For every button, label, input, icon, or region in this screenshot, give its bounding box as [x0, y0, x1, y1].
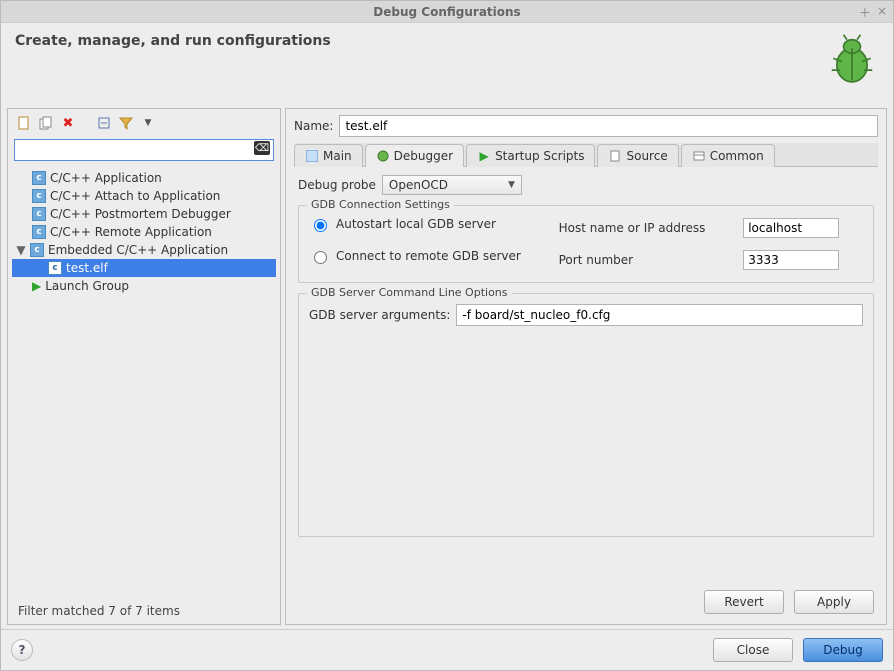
c-file-icon: c — [32, 225, 46, 239]
tree-item-label: Embedded C/C++ Application — [48, 243, 228, 257]
c-file-icon: c — [30, 243, 44, 257]
bottom-bar: ? Close Debug — [1, 629, 893, 670]
tree-item-c-postmortem[interactable]: c C/C++ Postmortem Debugger — [12, 205, 276, 223]
c-file-icon: c — [32, 207, 46, 221]
tab-label: Common — [710, 149, 764, 163]
gdb-server-options-fieldset: GDB Server Command Line Options GDB serv… — [298, 293, 874, 537]
radio-autostart-input[interactable] — [314, 219, 327, 232]
host-input[interactable] — [743, 218, 839, 238]
close-icon[interactable]: × — [877, 4, 887, 21]
tab-label: Source — [626, 149, 667, 163]
main-area: ✖ ▼ ⌫ c C/C++ Application c C/C++ Attach t… — [1, 108, 893, 629]
duplicate-config-icon[interactable] — [38, 115, 54, 131]
revert-button[interactable]: Revert — [704, 590, 784, 614]
tree-item-test-elf[interactable]: c test.elf — [12, 259, 276, 277]
startup-tab-icon: ▶ — [477, 149, 491, 163]
debug-button[interactable]: Debug — [803, 638, 883, 662]
tab-label: Debugger — [394, 149, 453, 163]
tree-item-label: Launch Group — [45, 279, 129, 293]
radio-remote-input[interactable] — [314, 251, 327, 264]
left-toolbar: ✖ ▼ — [8, 109, 280, 137]
left-panel: ✖ ▼ ⌫ c C/C++ Application c C/C++ Attach t… — [7, 108, 281, 625]
bug-icon — [825, 33, 879, 90]
radio-remote-gdb[interactable]: Connect to remote GDB server — [309, 248, 545, 264]
tab-label: Main — [323, 149, 352, 163]
minimize-icon[interactable]: ＋ — [859, 4, 871, 21]
filter-icon[interactable] — [118, 115, 134, 131]
config-tree: c C/C++ Application c C/C++ Attach to Appl… — [8, 163, 280, 598]
tree-item-c-app[interactable]: c C/C++ Application — [12, 169, 276, 187]
host-label: Host name or IP address — [559, 221, 730, 235]
gdb-connection-legend: GDB Connection Settings — [307, 198, 454, 211]
radio-autostart-gdb[interactable]: Autostart local GDB server — [309, 216, 545, 232]
collapse-all-icon[interactable] — [96, 115, 112, 131]
tab-main[interactable]: Main — [294, 144, 363, 167]
c-file-icon: c — [32, 189, 46, 203]
right-panel: Name: Main Debugger ▶ Startup Scripts Sou… — [285, 108, 887, 625]
delete-config-icon[interactable]: ✖ — [60, 115, 76, 131]
clear-filter-icon[interactable]: ⌫ — [254, 141, 270, 155]
debugger-tab-content: Debug probe OpenOCD ▼ GDB Connection Set… — [294, 167, 878, 586]
titlebar: Debug Configurations ＋ × — [1, 1, 893, 23]
debug-probe-label: Debug probe — [298, 178, 376, 192]
tree-item-launch-group[interactable]: ▶ Launch Group — [12, 277, 276, 295]
window-title: Debug Configurations — [373, 5, 520, 19]
debugger-tab-icon — [376, 149, 390, 163]
common-tab-icon — [692, 149, 706, 163]
gdb-args-label: GDB server arguments: — [309, 308, 450, 322]
tab-common[interactable]: Common — [681, 144, 775, 167]
debug-probe-value: OpenOCD — [389, 178, 448, 192]
port-label: Port number — [559, 253, 730, 267]
port-input[interactable] — [743, 250, 839, 270]
tree-item-label: test.elf — [66, 261, 108, 275]
tree-item-label: C/C++ Attach to Application — [50, 189, 220, 203]
main-tab-icon — [305, 149, 319, 163]
tree-item-c-remote[interactable]: c C/C++ Remote Application — [12, 223, 276, 241]
chevron-down-icon: ▼ — [508, 180, 515, 190]
name-label: Name: — [294, 119, 333, 133]
radio-label: Connect to remote GDB server — [336, 249, 521, 263]
tab-label: Startup Scripts — [495, 149, 584, 163]
tab-debugger[interactable]: Debugger — [365, 144, 464, 167]
c-file-icon: c — [48, 261, 62, 275]
close-button[interactable]: Close — [713, 638, 793, 662]
help-button[interactable]: ? — [11, 639, 33, 661]
tab-source[interactable]: Source — [597, 144, 678, 167]
new-config-icon[interactable] — [16, 115, 32, 131]
tree-item-label: C/C++ Application — [50, 171, 162, 185]
expand-arrow-icon[interactable]: ▼ — [16, 243, 26, 257]
filter-input[interactable] — [14, 139, 274, 161]
radio-label: Autostart local GDB server — [336, 217, 496, 231]
launch-group-icon: ▶ — [32, 279, 41, 293]
gdb-args-input[interactable] — [456, 304, 863, 326]
apply-button[interactable]: Apply — [794, 590, 874, 614]
gdb-connection-fieldset: GDB Connection Settings Autostart local … — [298, 205, 874, 283]
filter-status: Filter matched 7 of 7 items — [8, 598, 280, 624]
tree-item-label: C/C++ Remote Application — [50, 225, 212, 239]
name-input[interactable] — [339, 115, 878, 137]
page-title: Create, manage, and run configurations — [15, 33, 331, 49]
gdb-server-options-legend: GDB Server Command Line Options — [307, 286, 512, 299]
tabs-bar: Main Debugger ▶ Startup Scripts Source Co… — [294, 143, 878, 167]
tree-item-label: C/C++ Postmortem Debugger — [50, 207, 231, 221]
header: Create, manage, and run configurations — [1, 23, 893, 108]
tree-item-embedded[interactable]: ▼ c Embedded C/C++ Application — [12, 241, 276, 259]
right-footer: Revert Apply — [294, 586, 878, 618]
tree-item-c-attach[interactable]: c C/C++ Attach to Application — [12, 187, 276, 205]
dropdown-arrow-icon[interactable]: ▼ — [140, 115, 156, 131]
debug-probe-combo[interactable]: OpenOCD ▼ — [382, 175, 522, 195]
debug-configurations-window: Debug Configurations ＋ × Create, manage,… — [0, 0, 894, 671]
tab-startup[interactable]: ▶ Startup Scripts — [466, 144, 595, 167]
source-tab-icon — [608, 149, 622, 163]
c-file-icon: c — [32, 171, 46, 185]
